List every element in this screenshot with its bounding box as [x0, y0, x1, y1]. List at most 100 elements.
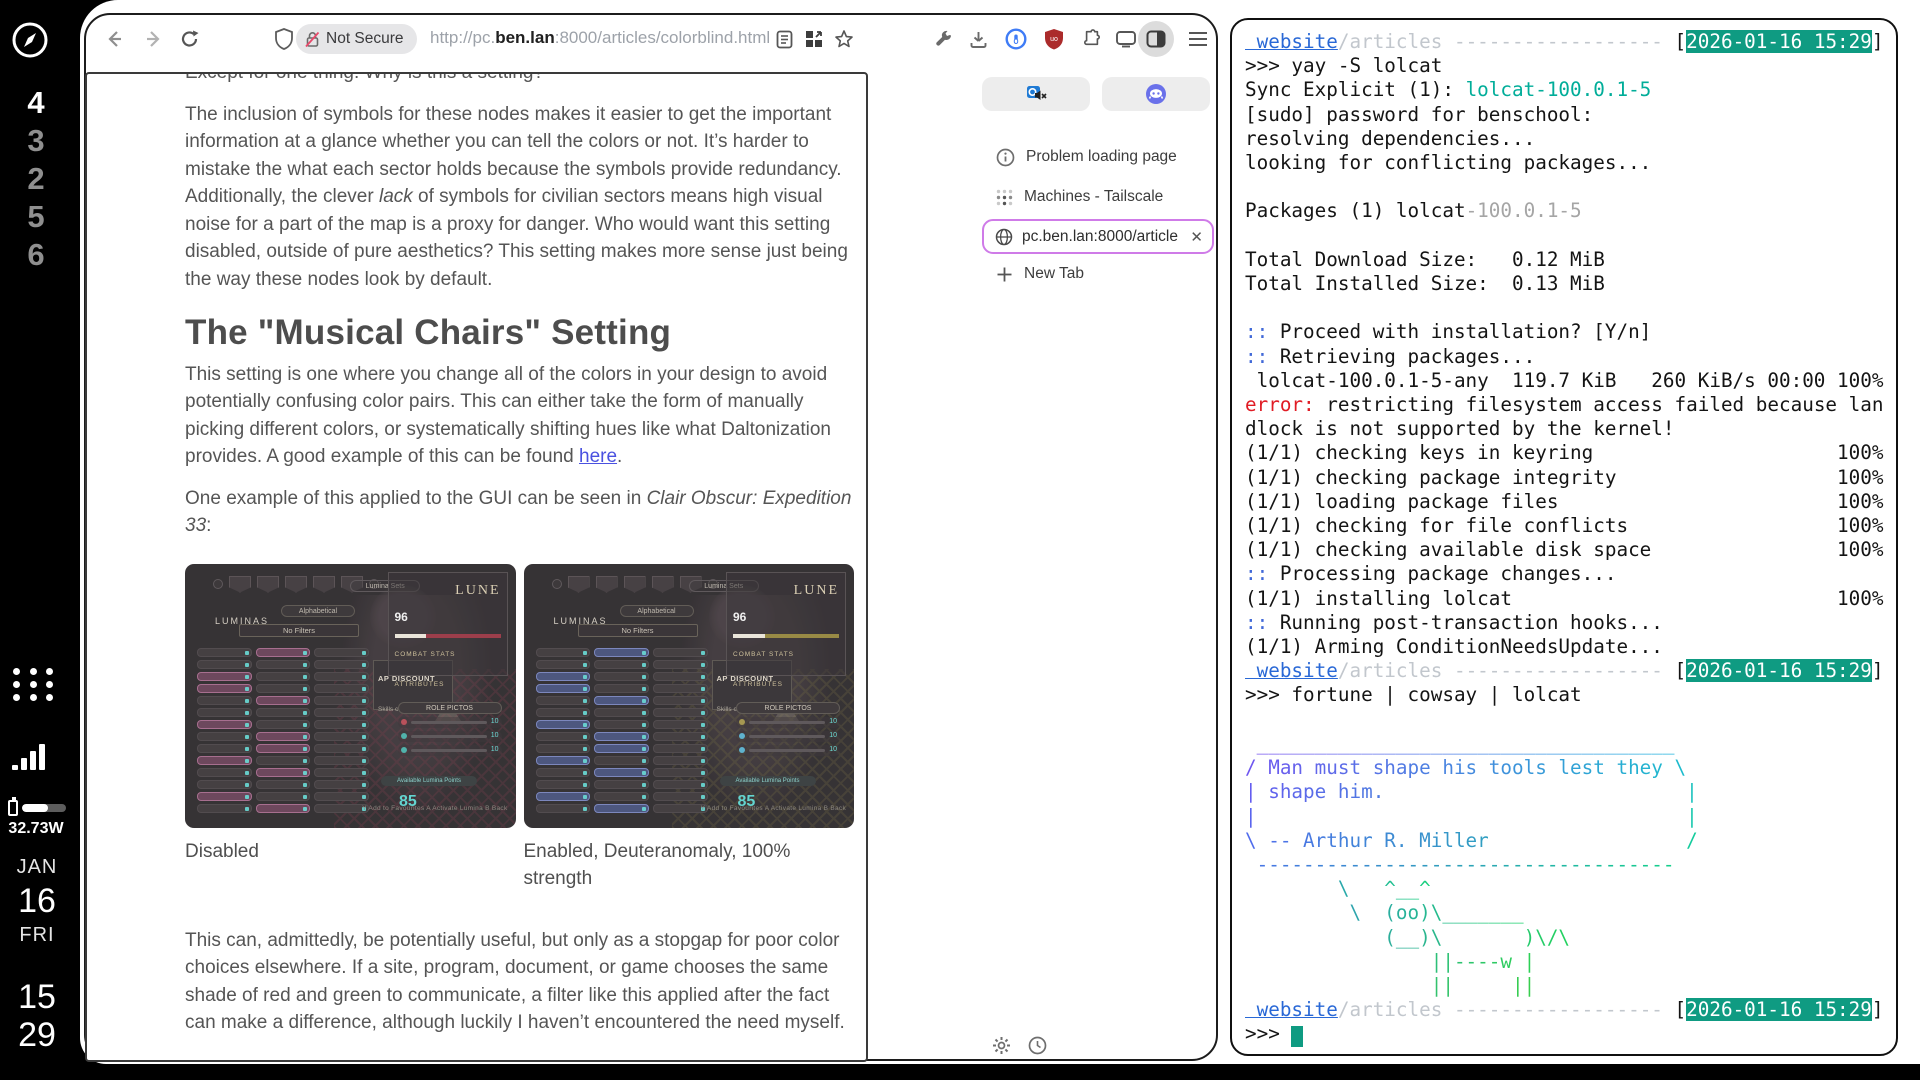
terminal-line: lolcat-100.0.1-5-any 119.7 KiB 260 KiB/s… [1245, 369, 1896, 393]
reader-view-icon[interactable] [772, 27, 796, 51]
skill-pill [594, 684, 649, 693]
skill-pill [314, 744, 369, 753]
terminal-line: ------------------------------------ [1245, 853, 1896, 877]
browser-toolbar: Not Secure http://pc.ben.lan:8000/articl… [86, 15, 1216, 63]
download-icon[interactable] [966, 27, 990, 51]
skill-pill [536, 756, 591, 765]
skill-pill [536, 792, 591, 801]
reload-icon[interactable] [178, 27, 202, 51]
terminal-line: resolving dependencies... [1245, 127, 1896, 151]
skill-pill [536, 648, 591, 657]
workspace-2[interactable]: 2 [0, 160, 72, 198]
terminal-line: dlock is not supported by the kernel! [1245, 417, 1896, 441]
sidebar-item-label: Machines - Tailscale [1024, 188, 1163, 206]
new-tab-button[interactable]: New Tab [982, 254, 1214, 294]
skill-pill [653, 804, 708, 813]
skill-pill [536, 672, 591, 681]
paragraph-setting: This setting is one where you change all… [185, 361, 854, 471]
clock: 15 29 [0, 978, 74, 1054]
skill-pill [197, 708, 252, 717]
extensions-puzzle-icon[interactable] [1080, 27, 1104, 51]
skill-pill [256, 720, 311, 729]
terminal-line: :: Retrieving packages... [1245, 345, 1896, 369]
skill-pill [653, 744, 708, 753]
workspace-4[interactable]: 4 [0, 84, 72, 122]
bookmark-star-icon[interactable] [832, 27, 856, 51]
skill-pill [256, 672, 311, 681]
skill-pill [197, 696, 252, 705]
sidebar-footer [992, 1036, 1047, 1055]
skill-pill [314, 732, 369, 741]
security-badge[interactable]: Not Secure [296, 24, 417, 54]
app-launcher-icon[interactable] [13, 668, 57, 701]
skill-pill [256, 708, 311, 717]
shield-icon[interactable] [272, 27, 296, 51]
active-tab-label: pc.ben.lan:8000/article [1022, 228, 1181, 246]
terminal-line: >>> [1245, 1022, 1896, 1047]
here-link[interactable]: here [579, 446, 617, 467]
paragraph-example: One example of this applied to the GUI c… [185, 485, 854, 540]
skill-pill [653, 684, 708, 693]
workspace-switcher[interactable]: 43256 [0, 84, 72, 274]
active-tab[interactable]: pc.ben.lan:8000/article ✕ [982, 219, 1214, 254]
skill-pill [256, 732, 311, 741]
close-tab-icon[interactable]: ✕ [1190, 228, 1203, 246]
terminal-line: (1/1) checking keys in keyring 100% [1245, 441, 1896, 465]
skill-pill [653, 768, 708, 777]
discord-icon [1145, 83, 1167, 105]
clock-icon[interactable] [1028, 1036, 1047, 1055]
onepassword-icon[interactable] [1004, 27, 1028, 51]
skill-pill [197, 768, 252, 777]
skill-pill [256, 696, 311, 705]
skill-pill [314, 756, 369, 765]
sidebar-item-tailscale[interactable]: Machines - Tailscale [982, 177, 1214, 217]
calendar-day: 16 [0, 882, 74, 920]
caption-disabled: Disabled [185, 838, 516, 893]
skill-pill [314, 792, 369, 801]
workspace-6[interactable]: 6 [0, 236, 72, 274]
gear-icon[interactable] [992, 1036, 1011, 1055]
skill-pill [536, 684, 591, 693]
split-view-icon[interactable] [802, 27, 826, 51]
wrench-icon[interactable] [931, 27, 955, 51]
skill-pill [256, 684, 311, 693]
forward-icon[interactable] [142, 27, 166, 51]
screen-icon[interactable] [1114, 27, 1138, 51]
terminal-window[interactable]: website/articles ------------------ [202… [1230, 18, 1898, 1056]
terminal-line: website/articles ------------------ [202… [1245, 659, 1896, 683]
power-draw: 32.73W [0, 820, 72, 838]
skill-pill [594, 744, 649, 753]
pinned-tab-discord[interactable] [1102, 77, 1210, 111]
workspace-5[interactable]: 5 [0, 198, 72, 236]
terminal-line: Sync Explicit (1): lolcat-100.0.1-5 [1245, 78, 1896, 102]
sidebar-toggle-button[interactable] [1138, 21, 1174, 57]
pinned-tab-outlook-muted[interactable] [982, 77, 1090, 111]
workspace-3[interactable]: 3 [0, 122, 72, 160]
terminal-line: (1/1) installing lolcat 100% [1245, 587, 1896, 611]
game-screenshot-deuteranomaly: LuminasAlphabeticalNo FiltersLumina Sets… [524, 564, 855, 828]
menu-icon[interactable] [1186, 27, 1210, 51]
terminal-line: error: restricting filesystem access fai… [1245, 393, 1896, 417]
skill-pill [594, 660, 649, 669]
skill-pill [197, 684, 252, 693]
skill-pill [197, 756, 252, 765]
clock-hour: 15 [0, 978, 74, 1016]
terminal-line: Total Download Size: 0.12 MiB [1245, 248, 1896, 272]
compass-icon[interactable] [10, 20, 50, 65]
sidebar-item-problem-loading[interactable]: Problem loading page [982, 137, 1214, 177]
skill-pill [536, 708, 591, 717]
section-heading: The "Musical Chairs" Setting [185, 319, 854, 347]
article-page: Except for one thing: Why is this a sett… [85, 72, 868, 1062]
terminal-line: (1/1) loading package files 100% [1245, 490, 1896, 514]
skill-pill [536, 660, 591, 669]
skill-pill [256, 648, 311, 657]
terminal-line: | | [1245, 805, 1896, 829]
skill-pill [653, 780, 708, 789]
terminal-line: ||----w | [1245, 950, 1896, 974]
new-tab-label: New Tab [1024, 265, 1084, 283]
skill-pill [653, 696, 708, 705]
back-icon[interactable] [102, 27, 126, 51]
skill-pill [594, 780, 649, 789]
url-bar[interactable]: http://pc.ben.lan:8000/articles/colorbli… [430, 28, 770, 48]
ublock-shield-icon[interactable]: uo [1042, 27, 1066, 51]
